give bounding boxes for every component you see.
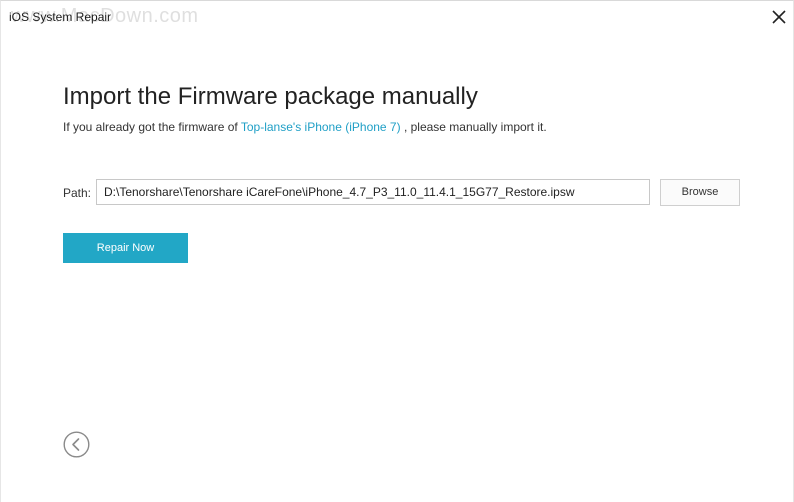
- browse-button[interactable]: Browse: [660, 179, 740, 206]
- page-title: Import the Firmware package manually: [63, 83, 478, 110]
- window-title: iOS System Repair: [9, 10, 112, 24]
- close-button[interactable]: [767, 5, 791, 29]
- back-button[interactable]: [63, 431, 90, 458]
- instruction-text: If you already got the firmware of Top-l…: [63, 120, 547, 134]
- close-icon: [772, 10, 786, 24]
- ios-system-repair-window: www.MacDown.com iOS System Repair Import…: [0, 0, 794, 502]
- path-label: Path:: [63, 186, 92, 200]
- instruction-prefix: If you already got the firmware of: [63, 120, 241, 134]
- chevron-left-circle-icon: [63, 431, 90, 458]
- firmware-path-input[interactable]: [96, 179, 650, 205]
- instruction-suffix: , please manually import it.: [400, 120, 547, 134]
- device-name: Top-lanse's iPhone (iPhone 7): [240, 120, 401, 134]
- repair-now-button[interactable]: Repair Now: [63, 233, 188, 263]
- title-bar: www.MacDown.com iOS System Repair: [1, 1, 793, 31]
